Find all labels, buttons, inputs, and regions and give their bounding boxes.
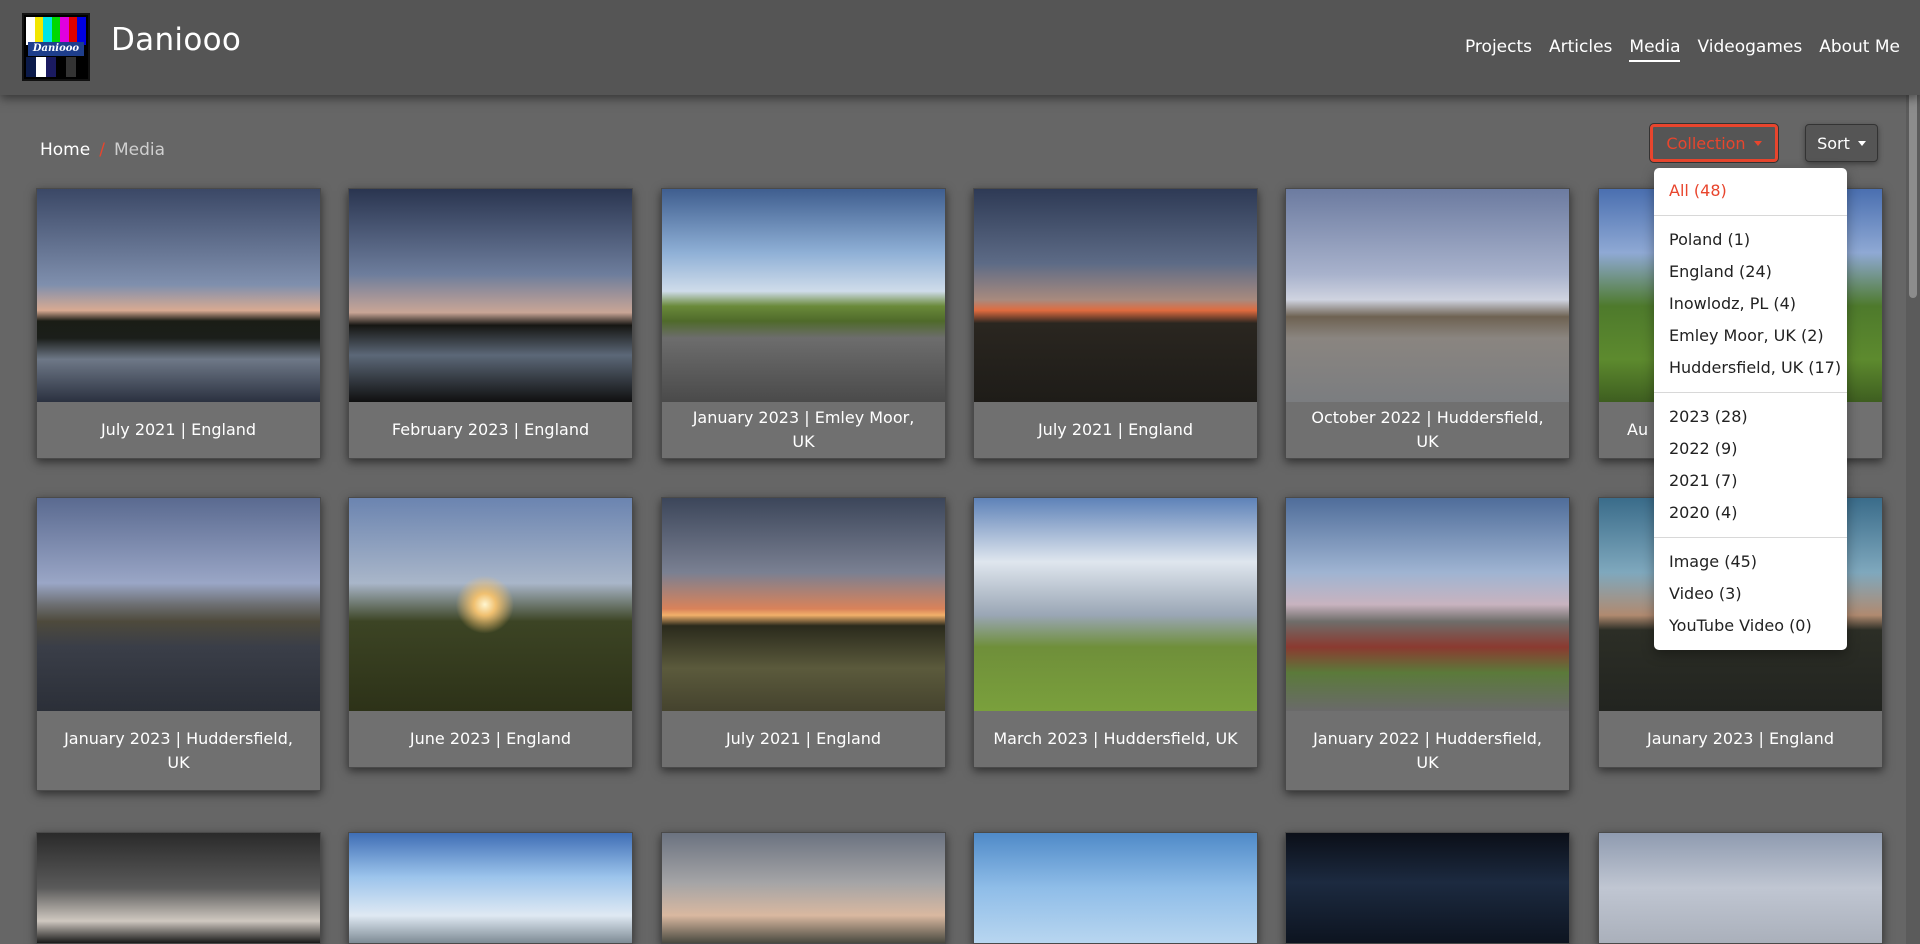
- nav-videogames[interactable]: Videogames: [1697, 37, 1802, 62]
- brand-name[interactable]: Daniooo: [111, 22, 241, 58]
- media-thumbnail[interactable]: [662, 189, 945, 402]
- breadcrumb-separator: /: [99, 140, 105, 160]
- media-thumbnail[interactable]: [37, 189, 320, 402]
- media-thumbnail[interactable]: [349, 189, 632, 402]
- page-scrollbar[interactable]: [1906, 0, 1920, 944]
- media-card[interactable]: February 2023 | England: [348, 188, 633, 459]
- media-card[interactable]: July 2021 | England: [36, 188, 321, 459]
- media-card[interactable]: [1598, 832, 1883, 944]
- filter-inowlodz[interactable]: Inowlodz, PL (4): [1654, 288, 1847, 320]
- filter-image[interactable]: Image (45): [1654, 546, 1847, 578]
- media-caption: July 2021 | England: [725, 729, 882, 748]
- filter-2023[interactable]: 2023 (28): [1654, 401, 1847, 433]
- media-thumbnail[interactable]: [974, 498, 1257, 711]
- media-caption: July 2021 | England: [1037, 420, 1194, 439]
- media-thumbnail[interactable]: [974, 189, 1257, 402]
- filter-youtube-video[interactable]: YouTube Video (0): [1654, 610, 1847, 642]
- chevron-down-icon: [1857, 140, 1866, 146]
- dropdown-divider: [1654, 215, 1847, 216]
- media-thumbnail[interactable]: [974, 833, 1257, 943]
- breadcrumb-home[interactable]: Home: [40, 140, 90, 160]
- media-card[interactable]: March 2023 | Huddersfield, UK: [973, 497, 1258, 768]
- media-card[interactable]: January 2023 | Huddersfield, UK: [36, 497, 321, 791]
- media-card[interactable]: [661, 832, 946, 944]
- site-logo[interactable]: Daniooo: [22, 13, 90, 81]
- media-caption: February 2023 | England: [391, 420, 590, 439]
- filter-huddersfield[interactable]: Huddersfield, UK (17): [1654, 352, 1847, 384]
- filter-video[interactable]: Video (3): [1654, 578, 1847, 610]
- media-caption: January 2022 | Huddersfield, UK: [1313, 728, 1542, 772]
- filter-2021[interactable]: 2021 (7): [1654, 465, 1847, 497]
- media-caption: July 2021 | England: [100, 420, 257, 439]
- media-card[interactable]: [1285, 832, 1570, 944]
- filter-england[interactable]: England (24): [1654, 256, 1847, 288]
- collection-button-label: Collection: [1666, 133, 1746, 153]
- breadcrumb: Home / Media: [40, 140, 165, 160]
- media-card[interactable]: July 2021 | England: [661, 497, 946, 768]
- media-thumbnail[interactable]: [1286, 833, 1569, 943]
- media-card[interactable]: [36, 832, 321, 944]
- logo-bottom-blocks: [26, 57, 86, 77]
- media-caption: January 2023 | Huddersfield, UK: [64, 728, 293, 772]
- chevron-down-icon: [1753, 140, 1762, 146]
- sort-dropdown-button[interactable]: Sort: [1805, 124, 1878, 162]
- nav-articles[interactable]: Articles: [1549, 37, 1612, 62]
- collection-dropdown-menu: All (48) Poland (1) England (24) Inowlod…: [1654, 168, 1847, 650]
- media-caption: March 2023 | Huddersfield, UK: [993, 729, 1238, 748]
- media-caption: June 2023 | England: [409, 729, 572, 748]
- nav-projects[interactable]: Projects: [1465, 37, 1532, 62]
- media-caption: October 2022 | Huddersfield, UK: [1311, 408, 1544, 451]
- media-thumbnail[interactable]: [662, 498, 945, 711]
- logo-color-bars: [26, 17, 87, 45]
- media-thumbnail[interactable]: [1286, 189, 1569, 402]
- nav-about-me[interactable]: About Me: [1819, 37, 1900, 62]
- media-caption: January 2023 | Emley Moor, UK: [692, 408, 915, 451]
- media-card[interactable]: [973, 832, 1258, 944]
- logo-text: Daniooo: [28, 42, 84, 56]
- main-nav: Projects Articles Media Videogames About…: [1465, 37, 1900, 62]
- collection-dropdown-button[interactable]: Collection: [1650, 124, 1778, 162]
- media-card[interactable]: January 2023 | Emley Moor, UK: [661, 188, 946, 459]
- dropdown-divider: [1654, 392, 1847, 393]
- media-card[interactable]: June 2023 | England: [348, 497, 633, 768]
- filter-2020[interactable]: 2020 (4): [1654, 497, 1847, 529]
- filter-poland[interactable]: Poland (1): [1654, 224, 1847, 256]
- dropdown-divider: [1654, 537, 1847, 538]
- filter-emley-moor[interactable]: Emley Moor, UK (2): [1654, 320, 1847, 352]
- media-thumbnail[interactable]: [37, 498, 320, 711]
- media-thumbnail[interactable]: [349, 498, 632, 711]
- media-card[interactable]: January 2022 | Huddersfield, UK: [1285, 497, 1570, 791]
- filter-all[interactable]: All (48): [1654, 175, 1847, 207]
- media-thumbnail[interactable]: [662, 833, 945, 943]
- media-thumbnail[interactable]: [1286, 498, 1569, 711]
- media-thumbnail[interactable]: [349, 833, 632, 943]
- media-thumbnail[interactable]: [1599, 833, 1882, 943]
- media-card[interactable]: [348, 832, 633, 944]
- breadcrumb-current: Media: [113, 140, 165, 160]
- top-navbar: Daniooo Daniooo Projects Articles Media …: [0, 0, 1920, 95]
- media-caption: Jaunary 2023 | England: [1647, 729, 1834, 748]
- sort-button-label: Sort: [1817, 133, 1850, 153]
- media-thumbnail[interactable]: [37, 833, 320, 943]
- media-card[interactable]: July 2021 | England: [973, 188, 1258, 459]
- filter-2022[interactable]: 2022 (9): [1654, 433, 1847, 465]
- nav-media[interactable]: Media: [1629, 37, 1681, 62]
- media-card[interactable]: October 2022 | Huddersfield, UK: [1285, 188, 1570, 459]
